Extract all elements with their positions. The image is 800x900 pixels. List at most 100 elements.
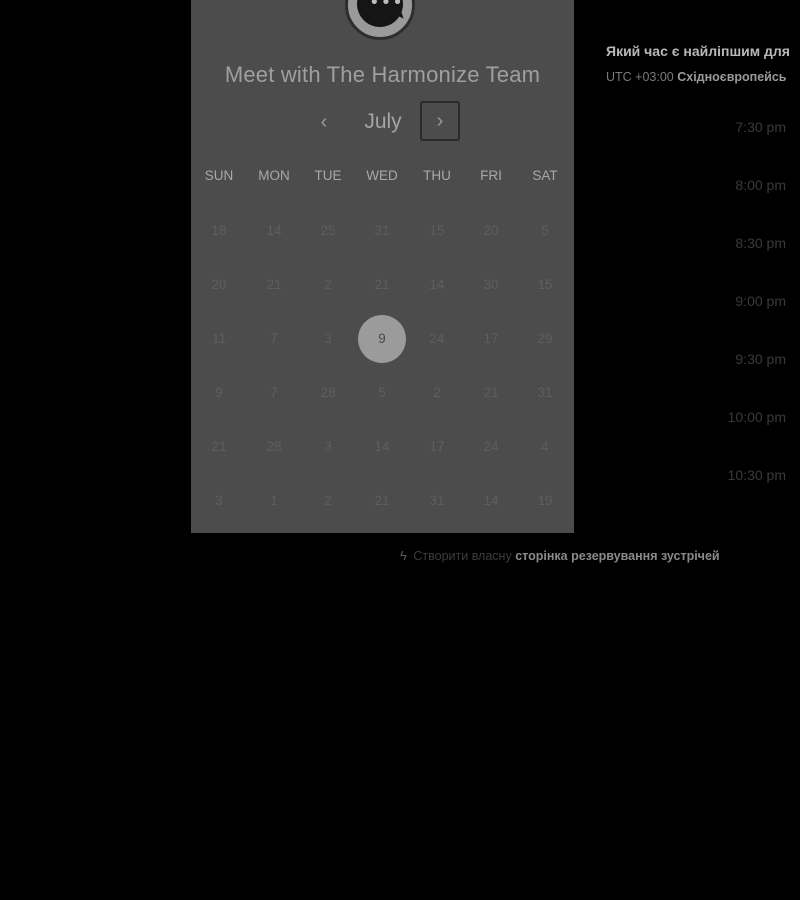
calendar-day[interactable]: 31 xyxy=(410,474,464,528)
calendar-day-number: 31 xyxy=(429,493,445,508)
calendar-day-number: 20 xyxy=(211,277,227,292)
calendar-day[interactable]: 25 xyxy=(301,204,355,258)
calendar-day[interactable]: 14 xyxy=(410,258,464,312)
calendar-day-number: 31 xyxy=(374,223,390,238)
calendar-day-number: 18 xyxy=(211,223,227,238)
calendar-day-number: 3 xyxy=(324,439,332,454)
timezone-selector[interactable]: UTC +03:00 Східноєвропейсь xyxy=(606,70,787,84)
time-slot[interactable]: 10:30 pm xyxy=(650,467,786,483)
calendar-day[interactable]: 5 xyxy=(518,204,572,258)
month-label: July xyxy=(364,110,402,133)
calendar-day-number: 1 xyxy=(270,493,278,508)
weekday-header: SUN MON TUE WED THU FRI SAT xyxy=(192,168,573,188)
calendar-day[interactable]: 21 xyxy=(355,258,409,312)
calendar-day-number: 7 xyxy=(270,385,278,400)
calendar-day-number: 3 xyxy=(324,331,332,346)
time-slot[interactable]: 8:00 pm xyxy=(650,177,786,193)
calendar-day[interactable]: 3 xyxy=(301,420,355,474)
calendar-day[interactable]: 31 xyxy=(518,366,572,420)
calendar-day-number: 21 xyxy=(211,439,227,454)
calendar-day-number: 21 xyxy=(374,277,390,292)
calendar-day-selected[interactable]: 9 xyxy=(355,312,409,366)
month-navigation: ‹ July › xyxy=(191,100,574,144)
footer-prefix: Створити власну xyxy=(413,549,512,563)
timezone-name: Східноєвропейсь xyxy=(677,70,787,84)
calendar-day-number: 20 xyxy=(483,223,499,238)
calendar-day-number: 4 xyxy=(541,439,549,454)
calendar-day[interactable]: 3 xyxy=(301,312,355,366)
time-slot[interactable]: 7:30 pm xyxy=(650,119,786,135)
calendar-day-number: 29 xyxy=(537,331,553,346)
calendar-day[interactable]: 28 xyxy=(301,366,355,420)
calendar-day[interactable]: 3 xyxy=(192,474,246,528)
calendar-day[interactable]: 20 xyxy=(192,258,246,312)
calendar-day[interactable]: 2 xyxy=(410,366,464,420)
calendar-day[interactable]: 19 xyxy=(518,474,572,528)
calendar-day-number: 14 xyxy=(483,493,499,508)
calendar-day[interactable]: 17 xyxy=(464,312,518,366)
calendar-day[interactable]: 14 xyxy=(464,474,518,528)
calendar-day[interactable]: 28 xyxy=(247,420,301,474)
meeting-title: Meet with The Harmonize Team xyxy=(224,62,541,87)
calendar-day-number: 11 xyxy=(211,331,226,346)
calendar-day-number: 25 xyxy=(320,223,336,238)
booking-page: ••• Meet with The Harmonize Team ‹ July … xyxy=(0,0,800,900)
calendar-day[interactable]: 11 xyxy=(192,312,246,366)
calendar-day[interactable]: 24 xyxy=(464,420,518,474)
calendar-day-number: 31 xyxy=(537,385,553,400)
time-slot[interactable]: 8:30 pm xyxy=(650,235,786,251)
calendar-day-number: 21 xyxy=(266,277,282,292)
hubspot-sprocket-icon: ϟ xyxy=(400,548,407,563)
footer-link[interactable]: сторінка резервування зустрічей xyxy=(515,549,719,563)
weekday-label: SAT xyxy=(532,168,558,183)
calendar-day[interactable]: 17 xyxy=(410,420,464,474)
calendar-day[interactable]: 4 xyxy=(518,420,572,474)
previous-month-button[interactable]: ‹ xyxy=(309,108,339,136)
calendar-day[interactable]: 21 xyxy=(464,366,518,420)
time-slot[interactable]: 9:30 pm xyxy=(650,351,786,367)
calendar-day-number: 14 xyxy=(266,223,282,238)
calendar-day[interactable]: 7 xyxy=(247,312,301,366)
calendar-day-number: 9 xyxy=(378,331,386,346)
calendar-day[interactable]: 21 xyxy=(192,420,246,474)
calendar-day-number: 21 xyxy=(374,493,390,508)
calendar-day-number: 3 xyxy=(215,493,223,508)
calendar-day-number: 5 xyxy=(378,385,386,400)
calendar-day-number: 2 xyxy=(433,385,441,400)
calendar-day[interactable]: 7 xyxy=(247,366,301,420)
calendar-day[interactable]: 1 xyxy=(247,474,301,528)
calendar-day[interactable]: 21 xyxy=(247,258,301,312)
calendar-day-number: 28 xyxy=(320,385,336,400)
calendar-day-number: 19 xyxy=(537,493,553,508)
calendar-day-number: 14 xyxy=(374,439,390,454)
calendar-day-number: 2 xyxy=(324,277,332,292)
calendar-day[interactable]: 2 xyxy=(301,258,355,312)
footer-credit: ϟ Створити власну сторінка резервування … xyxy=(400,548,720,563)
calendar-day[interactable]: 5 xyxy=(355,366,409,420)
time-slot[interactable]: 10:00 pm xyxy=(650,409,786,425)
calendar-day[interactable]: 15 xyxy=(518,258,572,312)
calendar-day[interactable]: 24 xyxy=(410,312,464,366)
weekday-label: SUN xyxy=(204,168,234,183)
calendar-day[interactable]: 29 xyxy=(518,312,572,366)
weekday-label: FRI xyxy=(480,168,502,183)
calendar-day-number: 24 xyxy=(429,331,445,346)
calendar-day[interactable]: 20 xyxy=(464,204,518,258)
calendar-day[interactable]: 14 xyxy=(247,204,301,258)
timezone-offset: UTC +03:00 xyxy=(606,70,674,84)
calendar-day[interactable]: 2 xyxy=(301,474,355,528)
calendar-day-number: 2 xyxy=(324,493,332,508)
calendar-day[interactable]: 30 xyxy=(464,258,518,312)
calendar-day-number: 30 xyxy=(483,277,499,292)
next-month-button[interactable]: › xyxy=(420,101,460,141)
weekday-label: TUE xyxy=(314,168,342,183)
calendar-day[interactable]: 21 xyxy=(355,474,409,528)
calendar-day[interactable]: 18 xyxy=(192,204,246,258)
calendar-day-number: 15 xyxy=(429,223,445,238)
time-slot[interactable]: 9:00 pm xyxy=(650,293,786,309)
calendar-day[interactable]: 14 xyxy=(355,420,409,474)
calendar-day[interactable]: 15 xyxy=(410,204,464,258)
calendar-day[interactable]: 9 xyxy=(192,366,246,420)
weekday-label: THU xyxy=(423,168,451,183)
calendar-day[interactable]: 31 xyxy=(355,204,409,258)
